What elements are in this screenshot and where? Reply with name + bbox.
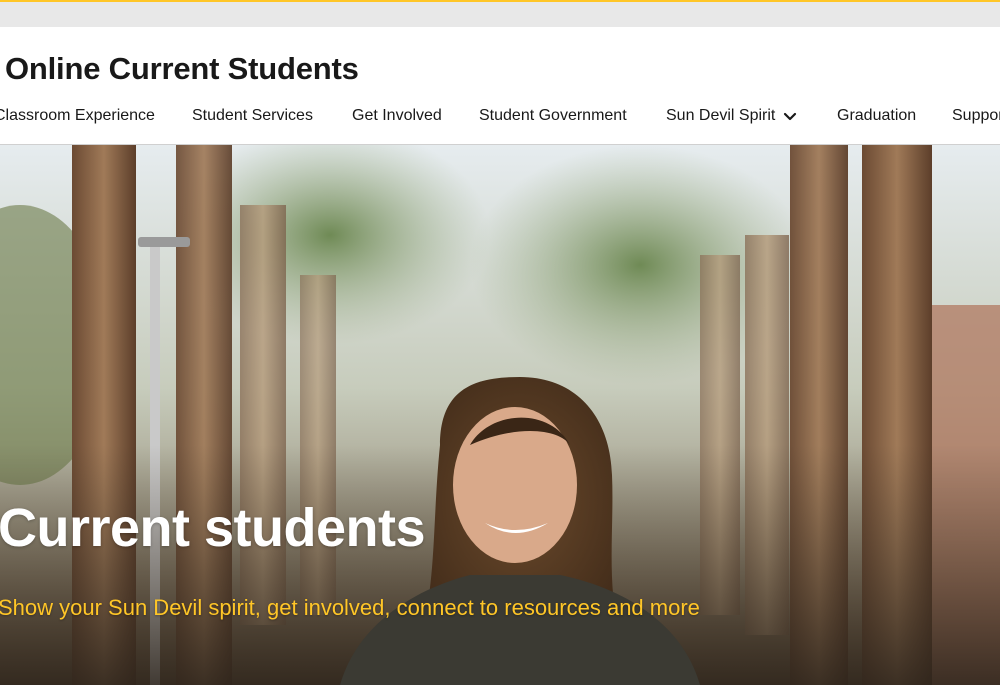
site-header: Online Current Students Classroom Experi… bbox=[0, 27, 1000, 145]
nav-item-label: Student Government bbox=[479, 107, 627, 124]
nav-item-label: Graduation bbox=[837, 107, 917, 124]
nav-item-label: Student Services bbox=[192, 107, 313, 124]
nav-item-support[interactable]: Support bbox=[952, 107, 1000, 125]
chevron-down-icon bbox=[784, 112, 797, 121]
nav-item-get-involved[interactable]: Get Involved bbox=[352, 107, 442, 125]
hero-banner: Current students Show your Sun Devil spi… bbox=[0, 145, 1000, 685]
nav-item-label: Sun Devil Spirit bbox=[666, 107, 776, 124]
top-utility-bar bbox=[0, 2, 1000, 27]
nav-item-label: Classroom Experience bbox=[0, 107, 155, 124]
nav-item-student-government[interactable]: Student Government bbox=[479, 107, 627, 125]
hero-title: Current students bbox=[0, 498, 426, 558]
nav-item-label: Get Involved bbox=[352, 107, 442, 124]
nav-item-sun-devil-spirit[interactable]: Sun Devil Spirit bbox=[666, 107, 799, 125]
main-nav: Classroom Experience Student Services Ge… bbox=[0, 107, 1000, 131]
nav-item-label: Support bbox=[952, 107, 1000, 124]
nav-item-student-services[interactable]: Student Services bbox=[192, 107, 313, 125]
nav-item-classroom-experience[interactable]: Classroom Experience bbox=[0, 107, 155, 125]
nav-item-graduation[interactable]: Graduation bbox=[837, 107, 916, 125]
hero-subtitle: Show your Sun Devil spirit, get involved… bbox=[0, 595, 700, 620]
site-title[interactable]: Online Current Students bbox=[5, 51, 359, 87]
